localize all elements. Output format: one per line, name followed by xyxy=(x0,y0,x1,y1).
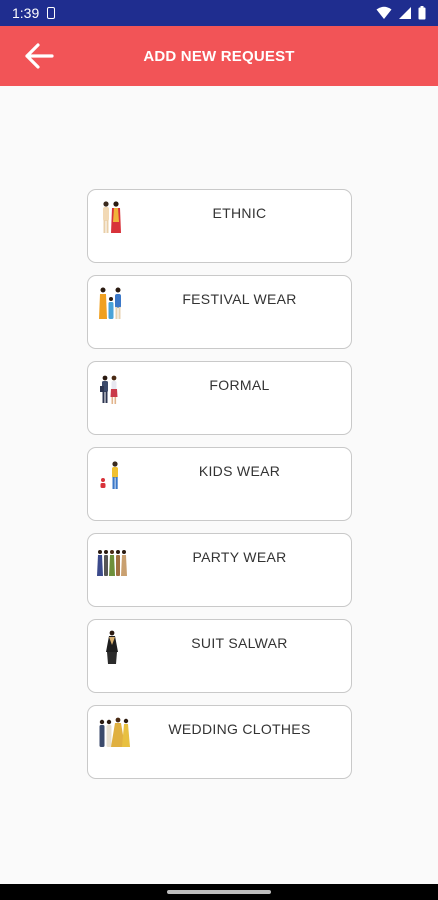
status-icons xyxy=(376,6,426,20)
status-bar: 1:39 xyxy=(0,0,438,26)
category-label: SUIT SALWAR xyxy=(191,635,288,651)
back-button[interactable] xyxy=(22,40,56,72)
category-label: FESTIVAL WEAR xyxy=(182,291,297,307)
category-card-formal[interactable]: FORMAL xyxy=(87,361,352,435)
category-screen: ETHNIC FESTIVAL WEAR FORMAL KIDS WEAR PA… xyxy=(0,86,438,884)
battery-icon xyxy=(418,6,426,20)
category-list: ETHNIC FESTIVAL WEAR FORMAL KIDS WEAR PA… xyxy=(87,189,352,779)
category-label: ETHNIC xyxy=(212,205,267,221)
category-card-suit-salwar[interactable]: SUIT SALWAR xyxy=(87,619,352,693)
category-card-party-wear[interactable]: PARTY WEAR xyxy=(87,533,352,607)
category-label: KIDS WEAR xyxy=(198,463,281,479)
category-label: FORMAL xyxy=(209,377,270,393)
category-card-kids-wear[interactable]: KIDS WEAR xyxy=(87,447,352,521)
category-card-wedding-clothes[interactable]: WEDDING CLOTHES xyxy=(87,705,352,779)
category-label: PARTY WEAR xyxy=(192,549,287,565)
arrow-left-icon xyxy=(25,43,54,69)
system-navigation-bar xyxy=(0,884,438,900)
page-title: ADD NEW REQUEST xyxy=(143,47,295,65)
category-card-festival-wear[interactable]: FESTIVAL WEAR xyxy=(87,275,352,349)
status-time: 1:39 xyxy=(12,5,40,21)
app-bar: ADD NEW REQUEST xyxy=(0,26,438,86)
signal-icon xyxy=(399,7,411,19)
category-label: WEDDING CLOTHES xyxy=(168,721,311,737)
home-gesture-handle[interactable] xyxy=(167,890,271,894)
category-card-ethnic[interactable]: ETHNIC xyxy=(87,189,352,263)
wifi-icon xyxy=(376,6,392,19)
sim-card-icon xyxy=(47,7,56,19)
